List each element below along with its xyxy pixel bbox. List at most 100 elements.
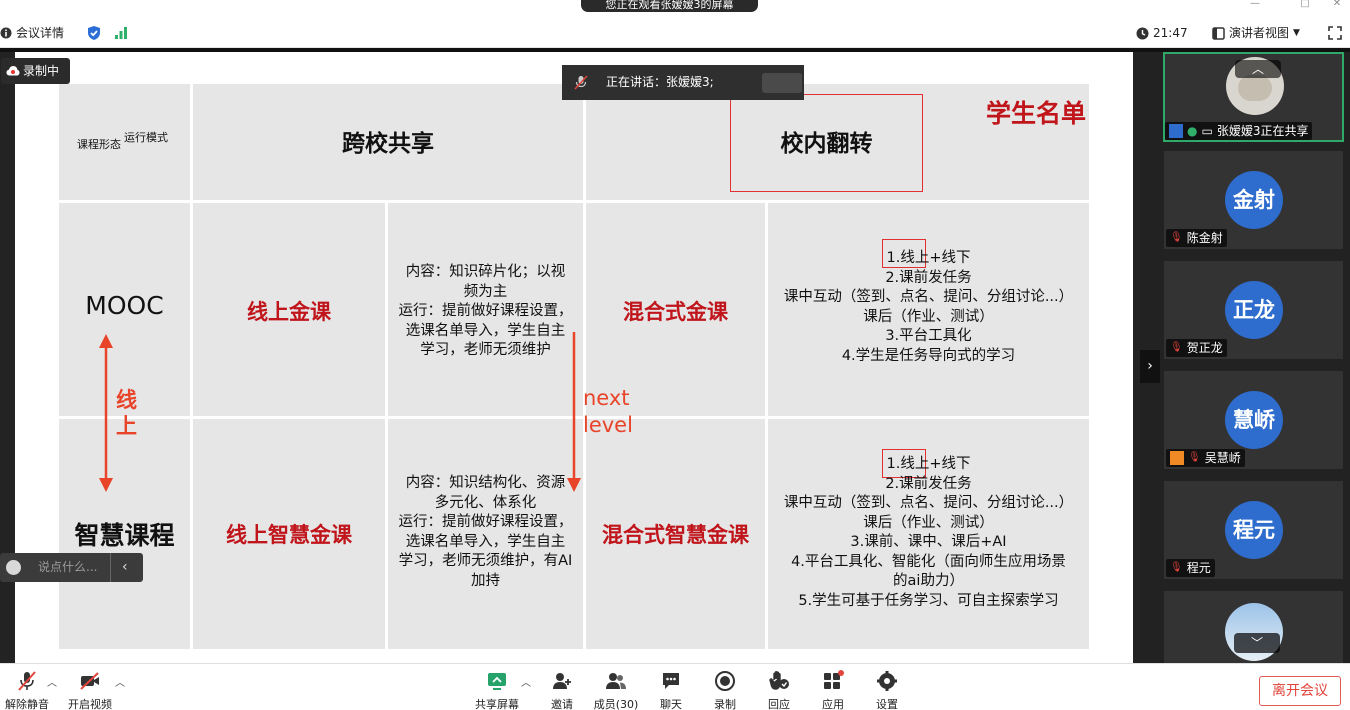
chat-icon <box>663 673 679 689</box>
camera-off-icon <box>80 672 99 690</box>
participant-name: 陈金射 <box>1186 231 1223 245</box>
leave-meeting-button[interactable]: 离开会议 <box>1259 676 1341 706</box>
fullscreen-icon[interactable] <box>1328 24 1342 42</box>
members-icon <box>606 673 626 689</box>
user-icon <box>1169 124 1183 138</box>
meeting-time: 21:47 <box>1153 26 1188 40</box>
participant-tile-4[interactable]: 程元 🎙︎ 程元 <box>1163 480 1344 580</box>
share-screen-icon <box>488 673 506 690</box>
reaction-label: 回应 <box>768 698 790 710</box>
record-label: 录制 <box>714 698 736 710</box>
emoji-icon[interactable] <box>6 560 21 575</box>
scroll-up-icon[interactable]: ︿ <box>1235 60 1281 78</box>
next-level-arrow <box>567 332 581 492</box>
slide: 课程形态 运行模式 跨校共享 校内翻转 学生名单 MOOC 线上金课 内容：知识… <box>15 52 1133 663</box>
record-button[interactable]: 录制 <box>698 667 752 710</box>
settings-label: 设置 <box>876 698 898 710</box>
participant-tile-3[interactable]: 慧峤 🎙︎ 吴慧峤 <box>1163 370 1344 470</box>
participant-name-bar: 🎙︎ 吴慧峤 <box>1166 449 1245 467</box>
participant-name-bar: ● ▭ 张嫒嫒3正在共享 <box>1165 122 1313 140</box>
apps-label: 应用 <box>822 698 844 710</box>
scroll-down-icon[interactable]: ﹀ <box>1234 633 1280 653</box>
collapse-gallery-button[interactable]: › <box>1140 350 1160 383</box>
invite-button[interactable]: 邀请 <box>535 667 589 710</box>
mic-muted-icon: 🎙︎ <box>1188 452 1201 463</box>
chevron-down-icon: ▼ <box>1293 28 1300 38</box>
chevron-right-icon: › <box>1147 358 1153 374</box>
speaker-label: 正在讲话：张嫒嫒3; <box>606 75 714 89</box>
chevron-up-icon[interactable]: ︿ <box>47 674 57 689</box>
mic-muted-icon <box>574 75 588 90</box>
maximize-icon[interactable]: □ <box>1290 0 1320 10</box>
participant-tile-5[interactable]: ﹀ <box>1163 590 1344 663</box>
minimize-icon[interactable]: — <box>1240 0 1270 10</box>
participant-tile-2[interactable]: 正龙 🎙︎ 贺正龙 <box>1163 260 1344 360</box>
participant-name-bar: 🎙︎ 程元 <box>1166 559 1215 577</box>
apps-icon <box>824 670 844 689</box>
mic-muted-icon <box>18 671 36 691</box>
participant-name: 程元 <box>1186 561 1211 575</box>
participant-tile-1[interactable]: 金射 🎙︎ 陈金射 <box>1163 150 1344 250</box>
clock-icon <box>1136 27 1149 39</box>
info-icon <box>0 27 12 39</box>
cloud-record-icon <box>6 66 20 76</box>
participant-gallery: ︿ ● ▭ 张嫒嫒3正在共享 金射 🎙︎ 陈金射 正龙 🎙︎ 贺正龙 慧峤 🎙︎… <box>1133 52 1350 663</box>
mic-on-icon: ● <box>1187 124 1198 138</box>
participant-name-bar: 🎙︎ 贺正龙 <box>1166 339 1227 357</box>
invite-label: 邀请 <box>551 698 573 710</box>
next-level-line: level <box>583 413 633 437</box>
chevron-up-icon[interactable]: ︿ <box>115 674 125 689</box>
divider <box>110 553 111 582</box>
chat-input-box[interactable]: 说点什么... ‹ <box>0 553 143 582</box>
signal-icon[interactable] <box>114 24 128 42</box>
mic-muted-icon: 🎙︎ <box>1170 232 1183 243</box>
user-icon <box>1170 451 1184 465</box>
meeting-window: 您正在观看张嫒嫒3的屏幕 — □ ✕ 会议详情 21:47 演讲者视图 ▼ 课程… <box>0 0 1350 710</box>
meeting-info-button[interactable]: 会议详情 <box>0 24 64 42</box>
video-button[interactable]: 开启视频 <box>63 667 117 710</box>
layout-icon <box>1212 26 1225 40</box>
shared-screen: 课程形态 运行模式 跨校共享 校内翻转 学生名单 MOOC 线上金课 内容：知识… <box>0 52 1133 663</box>
chat-button[interactable]: 聊天 <box>644 667 698 710</box>
avatar: 正龙 <box>1225 281 1283 339</box>
security-shield-icon[interactable] <box>86 24 102 42</box>
chevron-left-icon[interactable]: ‹ <box>122 553 128 582</box>
share-screen-label: 共享屏幕 <box>475 698 519 710</box>
recording-badge[interactable]: 录制中 <box>1 58 70 84</box>
double-arrow <box>99 334 113 492</box>
raise-hand-icon <box>769 671 789 690</box>
mic-muted-icon: 🎙︎ <box>1170 342 1183 353</box>
chat-placeholder: 说点什么... <box>38 560 98 574</box>
annotation-layer <box>99 332 581 492</box>
view-mode-label: 演讲者视图 <box>1229 26 1290 40</box>
participant-name-bar: 🎙︎ 陈金射 <box>1166 229 1227 247</box>
participant-name: 吴慧峤 <box>1204 451 1241 465</box>
top-toolbar: 会议详情 21:47 演讲者视图 ▼ <box>0 18 1350 48</box>
next-level-line: next <box>583 386 630 410</box>
participant-name: 贺正龙 <box>1186 341 1223 355</box>
close-icon[interactable]: ✕ <box>1322 0 1350 10</box>
arrow-label-line: 线 <box>116 388 137 412</box>
participant-name: 张嫒嫒3正在共享 <box>1216 124 1309 138</box>
video-label: 开启视频 <box>68 698 112 710</box>
view-mode-dropdown[interactable]: 演讲者视图 ▼ <box>1212 24 1300 42</box>
speaker-thumbnail <box>762 73 802 93</box>
share-banner[interactable]: 您正在观看张嫒嫒3的屏幕 <box>581 0 758 12</box>
reaction-button[interactable]: 回应 <box>752 667 806 710</box>
mic-muted-icon: 🎙︎ <box>1170 562 1183 573</box>
unmute-button[interactable]: 解除静音 <box>0 667 54 710</box>
active-speaker-bar: 正在讲话：张嫒嫒3; <box>562 65 804 100</box>
arrow-label-line: 上 <box>116 414 137 438</box>
meeting-info-label: 会议详情 <box>16 26 65 40</box>
members-button[interactable]: 成员(30) <box>589 667 643 710</box>
title-bar: 您正在观看张嫒嫒3的屏幕 — □ ✕ <box>0 0 1350 18</box>
add-user-icon <box>553 673 571 689</box>
avatar: 程元 <box>1225 501 1283 559</box>
participant-tile-0[interactable]: ︿ ● ▭ 张嫒嫒3正在共享 <box>1163 52 1344 142</box>
apps-button[interactable]: 应用 <box>806 667 860 710</box>
avatar: 慧峤 <box>1225 391 1283 449</box>
settings-button[interactable]: 设置 <box>860 667 914 710</box>
record-icon <box>715 671 735 691</box>
share-screen-button[interactable]: 共享屏幕 <box>470 667 524 710</box>
chevron-up-icon[interactable]: ︿ <box>521 674 531 689</box>
